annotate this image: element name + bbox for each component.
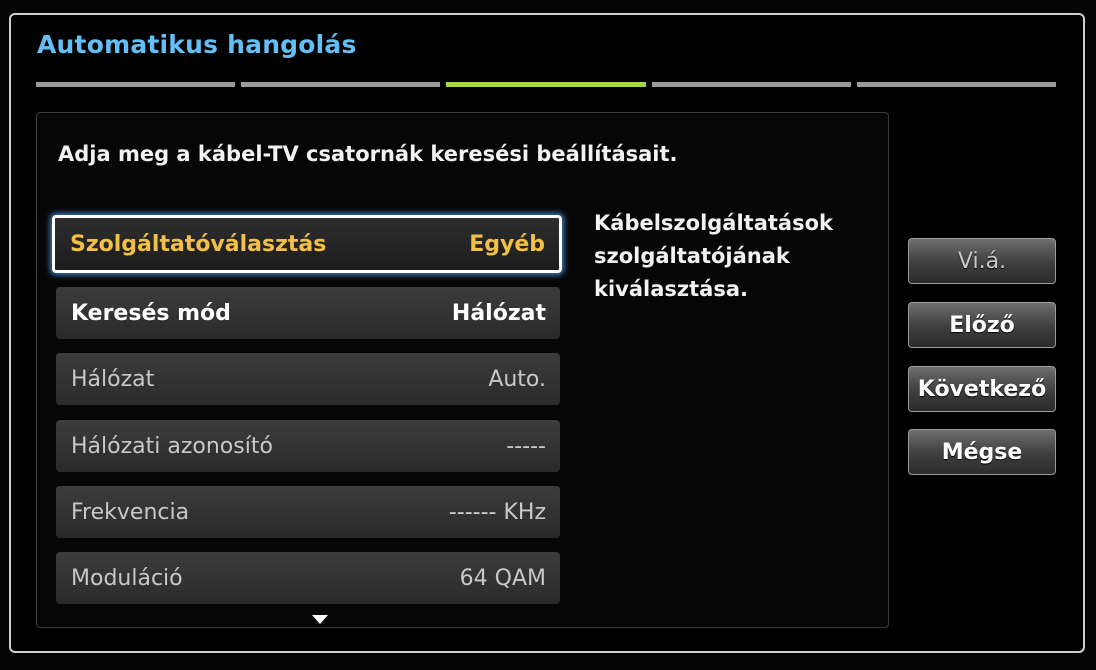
progress-step-2 <box>241 82 441 87</box>
setting-frequency-label: Frekvencia <box>71 499 190 525</box>
instruction-text: Adja meg a kábel-TV csatornák keresési b… <box>58 142 678 166</box>
setting-provider-value: Egyéb <box>469 231 545 257</box>
progress-steps <box>36 82 1057 88</box>
setting-network-id-value: ----- <box>506 433 546 459</box>
progress-step-3 <box>446 82 646 87</box>
setting-modulation: Moduláció 64 QAM <box>56 552 560 604</box>
help-text: Kábelszolgáltatások szolgáltatójának kiv… <box>594 211 833 301</box>
setting-network-value: Auto. <box>488 366 546 392</box>
next-button[interactable]: Következő <box>908 366 1056 412</box>
progress-step-5 <box>856 82 1057 87</box>
setting-modulation-label: Moduláció <box>71 565 183 591</box>
setting-search-mode-label: Keresés mód <box>71 300 231 326</box>
setting-network-id: Hálózati azonosító ----- <box>56 420 560 472</box>
previous-button[interactable]: Előző <box>908 302 1056 348</box>
setting-modulation-value: 64 QAM <box>459 565 546 591</box>
setting-search-mode[interactable]: Keresés mód Hálózat <box>56 287 560 339</box>
setting-network-label: Hálózat <box>71 366 155 392</box>
progress-step-4 <box>651 82 851 87</box>
setting-provider-label: Szolgáltatóválasztás <box>70 231 327 257</box>
cancel-button[interactable]: Mégse <box>908 429 1056 475</box>
setting-search-mode-value: Hálózat <box>451 300 546 326</box>
setting-network-id-label: Hálózati azonosító <box>71 433 273 459</box>
setting-frequency: Frekvencia ------ KHz <box>56 486 560 538</box>
setting-network: Hálózat Auto. <box>56 353 560 405</box>
setting-provider[interactable]: Szolgáltatóválasztás Egyéb <box>52 215 562 273</box>
setting-frequency-value: ------ KHz <box>448 499 546 525</box>
dialog-title: Automatikus hangolás <box>37 30 357 59</box>
scroll-down-icon[interactable] <box>312 615 328 624</box>
start-button[interactable]: Vi.á. <box>908 238 1056 284</box>
progress-step-1 <box>36 82 236 87</box>
